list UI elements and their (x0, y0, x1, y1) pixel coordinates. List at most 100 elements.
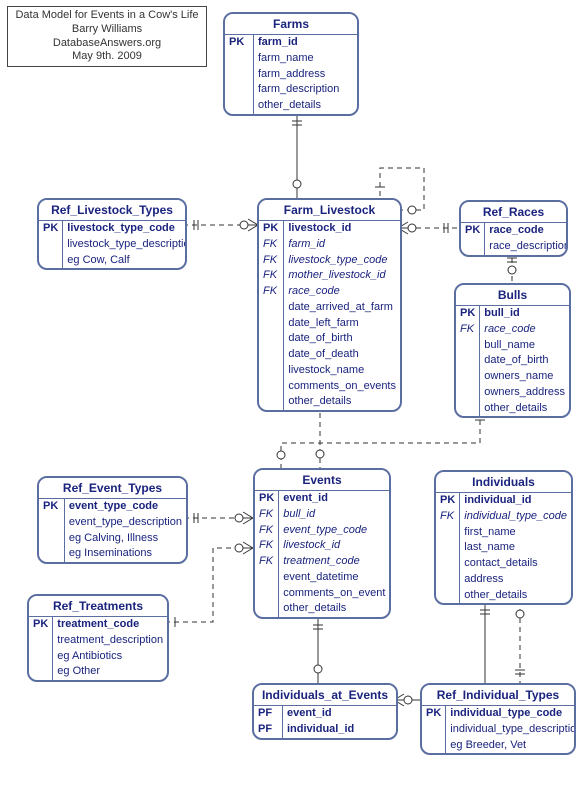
entity-title: Farms (225, 14, 357, 35)
key-cell (39, 237, 63, 253)
entity-events: EventsPKevent_idFKbull_idFKevent_type_co… (253, 468, 391, 619)
attr-cell: first_name (460, 525, 571, 541)
attr-cell: eg Inseminations (64, 546, 186, 562)
attr-cell: other_details (254, 98, 358, 114)
key-cell (225, 67, 254, 83)
attr-cell: livestock_type_code (63, 221, 187, 237)
attr-cell: contact_details (460, 556, 571, 572)
key-cell (461, 239, 485, 255)
attr-cell: event_type_code (279, 523, 390, 539)
attr-cell: eg Calving, Illness (64, 531, 186, 547)
key-cell (422, 722, 446, 738)
entity-farms: FarmsPKfarm_id farm_name farm_address fa… (223, 12, 359, 116)
info-title: Data Model for Events in a Cow's Life (14, 9, 200, 23)
attr-cell: individual_type_code (446, 706, 576, 722)
key-cell (436, 540, 460, 556)
attr-cell: mother_livestock_id (284, 268, 400, 284)
entity-farm-livestock: Farm_LivestockPKlivestock_idFKfarm_idFKl… (257, 198, 402, 412)
entity-title: Ref_Event_Types (39, 478, 186, 499)
attr-cell: individual_type_code (460, 509, 571, 525)
key-cell (259, 300, 284, 316)
info-date: May 9th. 2009 (14, 50, 200, 64)
attr-cell: event_type_code (64, 499, 186, 515)
attr-cell: livestock_type_description (63, 237, 187, 253)
key-cell: FK (255, 538, 279, 554)
key-cell (39, 531, 64, 547)
key-cell: PK (259, 221, 284, 237)
entity-title: Events (255, 470, 389, 491)
attr-cell: bull_name (480, 338, 569, 354)
attr-cell: address (460, 572, 571, 588)
key-cell: PK (436, 493, 460, 509)
attr-cell: owners_address (480, 385, 569, 401)
attr-cell: owners_name (480, 369, 569, 385)
attr-cell: bull_id (480, 306, 569, 322)
attr-cell: eg Cow, Calf (63, 253, 187, 269)
entity-title: Individuals_at_Events (254, 685, 396, 706)
key-cell (225, 82, 254, 98)
key-cell (422, 738, 446, 754)
attr-cell: individual_type_description (446, 722, 576, 738)
key-cell (39, 546, 64, 562)
attr-cell: livestock_type_code (284, 253, 400, 269)
key-cell: PK (255, 491, 279, 507)
key-cell (456, 385, 480, 401)
key-cell (456, 338, 480, 354)
key-cell (255, 601, 279, 617)
info-author: Barry Williams (14, 23, 200, 37)
key-cell: PK (461, 223, 485, 239)
attr-cell: race_code (485, 223, 568, 239)
key-cell (29, 664, 53, 680)
attr-cell: farm_name (254, 51, 358, 67)
attr-cell: race_code (284, 284, 400, 300)
key-cell: FK (259, 253, 284, 269)
attr-cell: comments_on_events (284, 379, 400, 395)
entity-title: Bulls (456, 285, 569, 306)
attr-cell: bull_id (279, 507, 390, 523)
key-cell (436, 588, 460, 604)
key-cell: FK (255, 507, 279, 523)
attr-cell: comments_on_event (279, 586, 390, 602)
entity-title: Individuals (436, 472, 571, 493)
entity-title: Ref_Treatments (29, 596, 167, 617)
key-cell (436, 525, 460, 541)
key-cell (259, 363, 284, 379)
attr-cell: event_type_description (64, 515, 186, 531)
attr-cell: livestock_name (284, 363, 400, 379)
attr-cell: farm_id (284, 237, 400, 253)
key-cell: PK (29, 617, 53, 633)
attr-cell: date_left_farm (284, 316, 400, 332)
attr-cell: date_of_birth (284, 331, 400, 347)
attr-cell: eg Antibiotics (53, 649, 167, 665)
key-cell: FK (255, 523, 279, 539)
attr-cell: individual_id (460, 493, 571, 509)
key-cell (29, 649, 53, 665)
entity-title: Ref_Races (461, 202, 566, 223)
key-cell (225, 98, 254, 114)
entity-individuals: IndividualsPKindividual_idFKindividual_t… (434, 470, 573, 605)
key-cell: PF (254, 722, 283, 738)
key-cell (259, 347, 284, 363)
key-cell (259, 331, 284, 347)
key-cell (259, 394, 284, 410)
key-cell (456, 353, 480, 369)
attr-cell: event_id (279, 491, 390, 507)
key-cell: PK (422, 706, 446, 722)
key-cell: FK (255, 554, 279, 570)
attr-cell: farm_description (254, 82, 358, 98)
info-site: DatabaseAnswers.org (14, 37, 200, 51)
entity-ref-livestock-types: Ref_Livestock_TypesPKlivestock_type_code… (37, 198, 187, 270)
attr-cell: date_arrived_at_farm (284, 300, 400, 316)
attr-cell: treatment_code (279, 554, 390, 570)
key-cell (39, 253, 63, 269)
key-cell: PF (254, 706, 283, 722)
entity-title: Ref_Livestock_Types (39, 200, 185, 221)
key-cell (436, 556, 460, 572)
attr-cell: other_details (460, 588, 571, 604)
attr-cell: race_description (485, 239, 568, 255)
attr-cell: date_of_birth (480, 353, 569, 369)
attr-cell: last_name (460, 540, 571, 556)
attr-cell: other_details (279, 601, 390, 617)
attr-cell: other_details (480, 401, 569, 417)
key-cell (436, 572, 460, 588)
